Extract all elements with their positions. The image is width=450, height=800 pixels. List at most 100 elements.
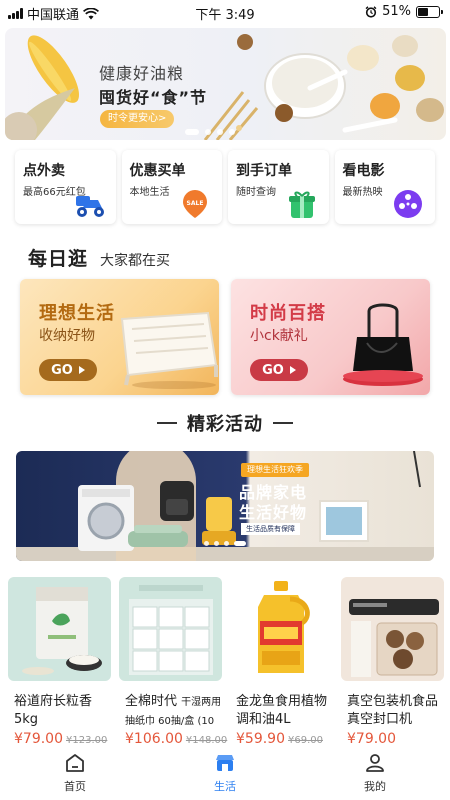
play-arrow-icon (289, 366, 296, 374)
battery-icon (416, 5, 443, 18)
banner-title-line2: 生活好物 (239, 503, 308, 522)
hero-title-line1: 健康好油粮 (99, 64, 185, 83)
home-icon (66, 754, 84, 772)
hero-decoration (5, 34, 444, 140)
handbag-icon (343, 303, 423, 386)
oil-bottle-icon (258, 581, 310, 673)
film-reel-icon (394, 190, 422, 218)
quick-link-orders[interactable]: 到手订单 随时查询 (228, 150, 329, 224)
activities-header: 精彩活动 (0, 410, 450, 436)
quick-link-title: 优惠买单 (129, 163, 186, 179)
bottom-tab-bar: 首页 生活 我的 (0, 748, 450, 800)
alarm-icon (365, 5, 377, 18)
product-image (119, 577, 222, 681)
pagination-dot[interactable] (234, 541, 246, 546)
play-arrow-icon (78, 366, 85, 374)
gift-box-icon (288, 191, 315, 218)
product-name-text: 金龙鱼食用植物调和油4L (236, 694, 328, 727)
section-title: 每日逛 (28, 248, 89, 270)
shop-icon (216, 755, 234, 771)
storage-basket-icon (120, 311, 218, 389)
promo-title: 理想生活 (39, 303, 115, 324)
promo-card-ideal-life[interactable]: 理想生活 收纳好物 GO (20, 279, 219, 395)
daily-section-header: 每日逛 大家都在买 (28, 244, 170, 271)
product-price: ¥79.00 (14, 731, 63, 747)
product-old-price: ¥69.00 (288, 735, 323, 746)
pagination-dot[interactable] (205, 129, 211, 135)
divider (273, 422, 293, 424)
go-label: GO (262, 362, 284, 378)
banner-small-label: 生活品质有保障 (241, 523, 300, 535)
battery-fill (418, 7, 429, 16)
quick-link-title: 点外卖 (23, 163, 65, 179)
divider (157, 422, 177, 424)
status-bar: 中国联通 下午 3:49 51% (0, 0, 450, 24)
hero-banner[interactable]: 健康好油粮 囤货好“食”节 时令更安心> (5, 28, 446, 140)
tab-mine[interactable]: 我的 (300, 748, 450, 800)
product-name: 全棉时代 干湿两用抽纸巾 60抽/盒 (10盒) (119, 693, 222, 729)
product-name-text: 裕道府长粒香5kg (14, 694, 93, 727)
product-price: ¥106.00 (125, 731, 183, 747)
quick-link-discount-pay[interactable]: 优惠买单 本地生活 SALE (121, 150, 222, 224)
quick-link-title: 看电影 (342, 163, 385, 179)
banner-pagination[interactable] (204, 541, 246, 546)
promo-card-fashion[interactable]: 时尚百搭 小ck献礼 GO (231, 279, 430, 395)
price-row: ¥59.90 ¥69.00 (230, 731, 333, 747)
sale-pin-icon: SALE (183, 190, 207, 218)
pagination-dot[interactable] (214, 541, 219, 546)
product-name: 裕道府长粒香5kg (8, 693, 111, 729)
product-name: 金龙鱼食用植物调和油4L (230, 693, 333, 729)
product-name: 真空包装机食品真空封口机 (341, 693, 444, 729)
price-row: ¥106.00 ¥148.00 (119, 731, 227, 747)
product-old-price: ¥123.00 (66, 735, 108, 746)
hero-pagination[interactable] (185, 129, 235, 135)
status-right: 51% (365, 4, 443, 19)
pagination-dot[interactable] (229, 129, 235, 135)
pagination-dot[interactable] (185, 129, 199, 135)
product-price: ¥79.00 (347, 731, 396, 747)
product-card[interactable]: 真空包装机食品真空封口机 ¥79.00 (341, 577, 444, 747)
promo-title: 时尚百搭 (250, 303, 326, 324)
promo-subtitle: 小ck献礼 (250, 328, 308, 344)
pagination-dot[interactable] (224, 541, 229, 546)
go-label: GO (51, 362, 73, 378)
price-row: ¥79.00 ¥123.00 (8, 731, 111, 747)
tissue-box-icon (129, 585, 213, 675)
price-row: ¥79.00 (341, 731, 444, 747)
battery-percent: 51% (382, 4, 411, 19)
pagination-dot[interactable] (217, 129, 223, 135)
tab-home[interactable]: 首页 (0, 748, 150, 800)
section-title: 精彩活动 (187, 414, 263, 435)
promo-subtitle: 收纳好物 (39, 328, 95, 344)
pagination-dot[interactable] (204, 541, 209, 546)
product-card[interactable]: 全棉时代 干湿两用抽纸巾 60抽/盒 (10盒) ¥106.00 ¥148.00 (119, 577, 227, 747)
hero-cta-button[interactable]: 时令更安心> (100, 110, 175, 128)
quick-link-movies[interactable]: 看电影 最新热映 (334, 150, 435, 224)
quick-link-title: 到手订单 (236, 163, 292, 179)
quick-link-takeout[interactable]: 点外卖 最高66元红包 (15, 150, 116, 224)
appliance-banner[interactable]: 理想生活狂欢季 品牌家电 生活好物 生活品质有保障 (16, 451, 434, 561)
tab-label: 首页 (64, 780, 86, 793)
product-card[interactable]: 金龙鱼食用植物调和油4L ¥59.90 ¥69.00 (230, 577, 333, 747)
product-name-text: 真空包装机食品真空封口机 (347, 694, 439, 727)
quick-links: 点外卖 最高66元红包 优惠买单 本地生活 SALE 到手订单 随时查询 看电影 (15, 150, 435, 224)
section-subtitle: 大家都在买 (100, 253, 171, 269)
product-image (8, 577, 111, 681)
hero-title-line2: 囤货好“食”节 (99, 88, 208, 107)
product-old-price: ¥148.00 (185, 735, 228, 746)
product-image (230, 577, 333, 681)
tab-life[interactable]: 生活 (150, 748, 300, 800)
go-button[interactable]: GO (250, 359, 308, 381)
tab-label: 我的 (364, 780, 386, 793)
scooter-icon (75, 196, 104, 217)
product-price: ¥59.90 (236, 731, 285, 747)
banner-tag: 理想生活狂欢季 (241, 463, 309, 477)
go-button[interactable]: GO (39, 359, 97, 381)
rice-bag-icon (22, 587, 102, 675)
svg-text:SALE: SALE (187, 200, 204, 207)
product-card[interactable]: 裕道府长粒香5kg ¥79.00 ¥123.00 (8, 577, 111, 747)
user-icon (366, 754, 384, 772)
product-name-text: 全棉时代 (125, 694, 178, 709)
product-list: 裕道府长粒香5kg ¥79.00 ¥123.00 全棉时代 干湿两用抽纸巾 60… (8, 577, 445, 747)
product-image (341, 577, 444, 681)
